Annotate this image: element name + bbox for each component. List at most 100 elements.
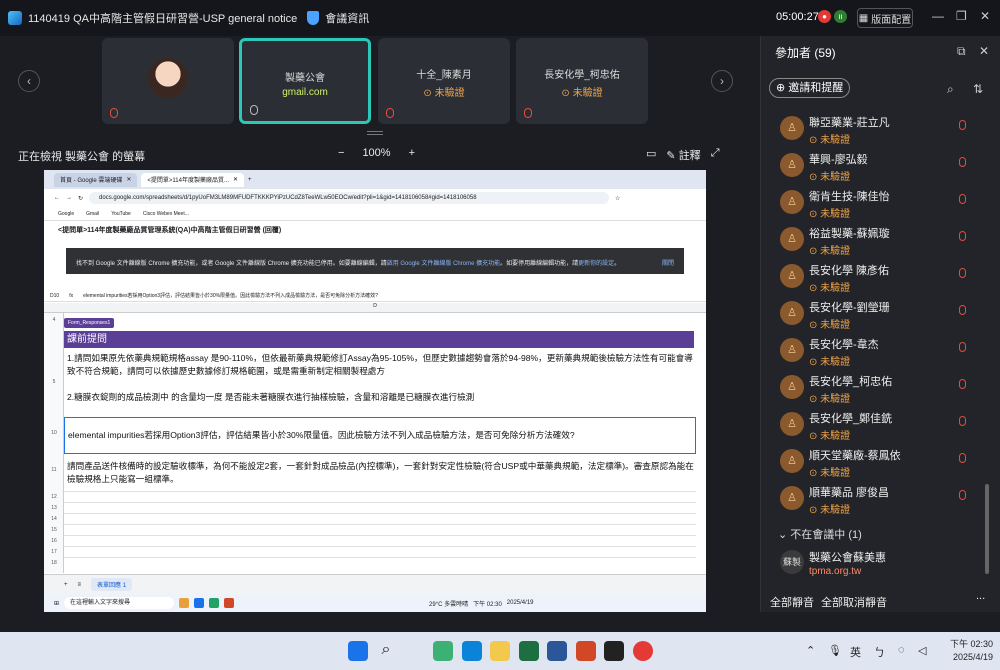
video-tile-active[interactable]: 製藥公會 gmail.com bbox=[239, 38, 371, 124]
sheet-title[interactable]: <提問單>114年度製藥廠品質管理系統(QA)中高階主管假日研習營 (回覆) bbox=[44, 221, 706, 239]
search-icon[interactable]: ⌕ bbox=[376, 641, 396, 661]
add-sheet-icon[interactable]: + bbox=[64, 582, 68, 588]
row-number[interactable]: 14 bbox=[44, 516, 64, 522]
zoom-out-button[interactable]: − bbox=[338, 147, 344, 159]
participant-item[interactable]: ♙ 聯亞藥業-莊立凡 ⊙ 未驗證 bbox=[780, 112, 980, 148]
browser-tab[interactable]: 首頁 - Google 雲端硬碟 ✕ bbox=[54, 172, 138, 187]
cell-row-10-selected[interactable]: elemental impurities若採用Option3評估，評估結果皆小於… bbox=[64, 417, 696, 454]
form-tag[interactable]: Form_Responses1 bbox=[64, 318, 115, 328]
app-icon[interactable] bbox=[433, 641, 453, 661]
mic-muted-icon[interactable]: 🎙 bbox=[828, 644, 842, 657]
row-number[interactable]: 13 bbox=[44, 505, 64, 511]
row-number[interactable]: 17 bbox=[44, 549, 64, 555]
bookmark[interactable]: Google bbox=[58, 211, 74, 217]
window-icon[interactable]: ▭ bbox=[646, 147, 656, 163]
next-arrow-icon[interactable]: › bbox=[711, 70, 733, 92]
close-panel-icon[interactable]: ✕ bbox=[979, 44, 989, 58]
participants-scrollbar[interactable] bbox=[985, 484, 989, 574]
bookmark[interactable]: Gmail bbox=[86, 211, 99, 217]
expand-icon[interactable]: ⤢ bbox=[711, 147, 720, 163]
sort-icon[interactable]: ⇅ bbox=[973, 82, 983, 96]
file-explorer-icon[interactable] bbox=[490, 641, 510, 661]
video-tile[interactable]: 長安化學_柯忠佑 ⊙ 未驗證 bbox=[516, 38, 648, 124]
minimize-icon[interactable]: — bbox=[932, 9, 944, 23]
column-header[interactable]: D bbox=[44, 303, 706, 313]
row-number[interactable]: 12 bbox=[44, 494, 64, 500]
row-number[interactable]: 15 bbox=[44, 527, 64, 533]
excel-icon[interactable] bbox=[519, 641, 539, 661]
absent-participant-name[interactable]: 製藥公會蘇美惠 bbox=[809, 549, 886, 565]
chrome-icon[interactable] bbox=[633, 641, 653, 661]
browser-tab-active[interactable]: <提問單>114年度製藥廠品質... ✕ bbox=[141, 172, 244, 187]
ime-indicator[interactable]: 英 bbox=[850, 644, 861, 660]
powerpoint-icon[interactable] bbox=[576, 641, 596, 661]
meeting-info-button[interactable]: 會議資訊 bbox=[325, 10, 369, 26]
invite-button[interactable]: ⊕ 邀請和提醒 bbox=[769, 78, 851, 98]
participant-item[interactable]: ♙ 華興-廖弘毅 ⊙ 未驗證 bbox=[780, 149, 980, 185]
mute-all-button[interactable]: 全部靜音 bbox=[770, 594, 814, 610]
back-icon[interactable]: ← bbox=[54, 195, 60, 201]
participant-item[interactable]: ♙ 長安化學-韋杰 ⊙ 未驗證 bbox=[780, 334, 980, 370]
row-number[interactable]: 5 bbox=[44, 379, 64, 385]
app-icon[interactable] bbox=[224, 598, 235, 608]
resize-handle[interactable] bbox=[367, 131, 383, 135]
search-icon[interactable]: ⌕ bbox=[947, 82, 954, 97]
app-icon[interactable] bbox=[209, 598, 220, 608]
prev-arrow-icon[interactable]: ‹ bbox=[18, 70, 40, 92]
video-tile[interactable] bbox=[102, 38, 234, 124]
participant-item[interactable]: ♙ 裕益製藥-蘇姵璇 ⊙ 未驗證 bbox=[780, 223, 980, 259]
chevron-up-icon[interactable]: ⌃ bbox=[806, 644, 815, 657]
row-number[interactable]: 4 bbox=[44, 317, 64, 323]
row-number[interactable]: 18 bbox=[44, 560, 64, 566]
formula-bar[interactable]: D10 fx elemental impurities若採用Option3評估，… bbox=[44, 290, 706, 302]
network-icon[interactable]: ◌ bbox=[898, 644, 905, 656]
url-field[interactable]: docs.google.com/spreadsheets/d/1pyUoFM3L… bbox=[89, 192, 610, 204]
header-row[interactable]: 課前提問 bbox=[64, 331, 694, 348]
row-number[interactable]: 10 bbox=[44, 430, 64, 436]
participant-item[interactable]: ♙ 順華藥品 廖俊昌 ⊙ 未驗證 bbox=[780, 482, 980, 518]
participant-item[interactable]: ♙ 順天堂藥廠-蔡鳳依 ⊙ 未驗證 bbox=[780, 445, 980, 481]
forward-icon[interactable]: → bbox=[66, 195, 72, 201]
remote-search-field[interactable]: 在這裡輸入文字來搜尋 bbox=[64, 597, 175, 609]
pause-icon[interactable]: ıı bbox=[834, 10, 847, 23]
ime-mode-icon[interactable]: ㄅ bbox=[874, 644, 885, 660]
banner-close-button[interactable]: 關閉 bbox=[662, 258, 674, 267]
participant-item[interactable]: ♙ 長安化學_柯忠佑 ⊙ 未驗證 bbox=[780, 371, 980, 407]
word-icon[interactable] bbox=[547, 641, 567, 661]
shared-screen[interactable]: 首頁 - Google 雲端硬碟 ✕ <提問單>114年度製藥廠品質... ✕ + … bbox=[44, 170, 706, 612]
system-clock[interactable]: 下午 02:30 2025/4/19 bbox=[950, 638, 993, 664]
star-icon[interactable]: ☆ bbox=[615, 195, 620, 202]
participant-item[interactable]: ♙ 衛肯生技-陳佳怡 ⊙ 未驗證 bbox=[780, 186, 980, 222]
bookmark[interactable]: YouTube bbox=[111, 211, 131, 217]
restore-icon[interactable]: ❐ bbox=[956, 9, 967, 23]
participant-item[interactable]: ♙ 長安化學 陳彥佑 ⊙ 未驗證 bbox=[780, 260, 980, 296]
video-tile[interactable]: 十全_陳素月 ⊙ 未驗證 bbox=[378, 38, 510, 124]
app-icon[interactable] bbox=[194, 598, 205, 608]
all-sheets-icon[interactable]: ≡ bbox=[78, 582, 82, 588]
annotate-button[interactable]: ✎ 註釋 bbox=[666, 147, 700, 163]
webex-icon[interactable] bbox=[604, 641, 624, 661]
speaker-icon[interactable]: ◁ bbox=[918, 644, 926, 657]
reload-icon[interactable]: ↻ bbox=[78, 195, 83, 202]
cell-row-11[interactable]: 請問產品送件核備時的設定驗收標準，為何不能設定2套，一套針對成品檢品(內控標準)… bbox=[64, 460, 696, 486]
cell-row-5[interactable]: 1.請問如果原先依藥典規範規格assay 是90-110%，但依最新藥典規範修訂… bbox=[64, 352, 696, 404]
sheet-tab[interactable]: 表單回應 1 bbox=[91, 578, 133, 591]
recording-icon[interactable]: ● bbox=[818, 10, 831, 23]
participant-item[interactable]: ♙ 長安化學_鄭佳銑 ⊙ 未驗證 bbox=[780, 408, 980, 444]
update-settings-link[interactable]: 更新你的設定 bbox=[578, 261, 614, 267]
unmute-all-button[interactable]: 全部取消靜音 bbox=[821, 594, 887, 610]
popout-icon[interactable]: ⧉ bbox=[957, 44, 966, 59]
not-in-meeting-section[interactable]: ⌄ 不在會議中 (1) bbox=[778, 526, 862, 542]
participant-item[interactable]: ♙ 長安化學-劉瑩珊 ⊙ 未驗證 bbox=[780, 297, 980, 333]
edge-icon[interactable] bbox=[462, 641, 482, 661]
bookmark[interactable]: Cisco Webex Meet... bbox=[143, 211, 189, 217]
zoom-in-button[interactable]: + bbox=[409, 147, 415, 159]
more-options-icon[interactable]: ... bbox=[976, 590, 985, 602]
close-icon[interactable]: ✕ bbox=[980, 9, 990, 23]
app-icon[interactable] bbox=[179, 598, 190, 608]
enable-extension-link[interactable]: 啟用 Google 文件離線版 Chrome 擴充功能 bbox=[387, 261, 500, 267]
windows-start-icon[interactable] bbox=[348, 641, 368, 661]
layout-button[interactable]: ▦ 版面配置 bbox=[857, 8, 913, 28]
new-tab-icon[interactable]: + bbox=[248, 177, 252, 183]
row-number[interactable]: 16 bbox=[44, 538, 64, 544]
